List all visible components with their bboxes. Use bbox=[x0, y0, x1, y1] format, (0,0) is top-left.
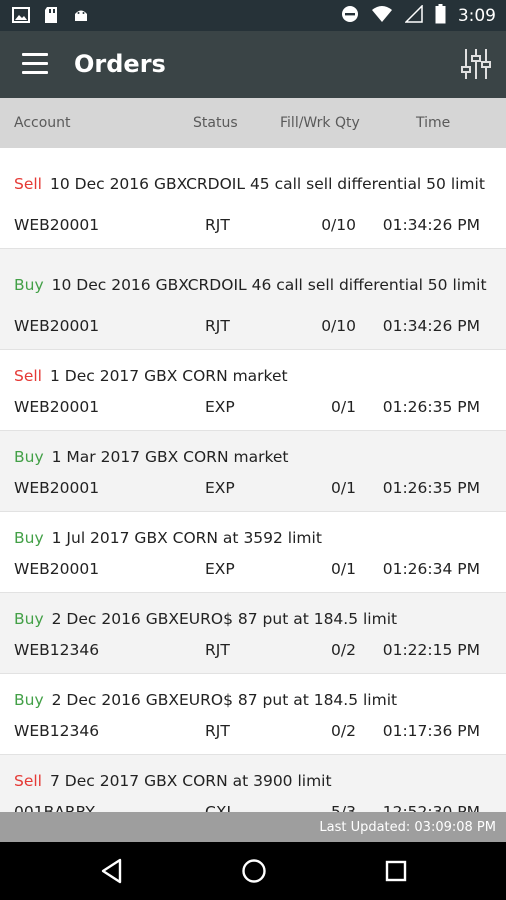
column-time[interactable]: Time bbox=[416, 115, 450, 131]
order-time: 01:34:26 PM bbox=[382, 216, 480, 234]
order-qty: 0/2 bbox=[331, 641, 356, 659]
menu-icon[interactable] bbox=[22, 53, 48, 75]
order-time: 01:17:36 PM bbox=[382, 722, 480, 740]
signal-icon bbox=[404, 4, 423, 27]
order-time: 01:26:35 PM bbox=[382, 398, 480, 416]
order-side: Buy bbox=[14, 691, 44, 709]
order-qty: 0/2 bbox=[331, 722, 356, 740]
order-description: 2 Dec 2016 GBXEURO$ 87 put at 184.5 limi… bbox=[51, 691, 398, 709]
sd-card-icon bbox=[44, 6, 58, 28]
order-qty: 0/1 bbox=[331, 560, 356, 578]
status-bar: 3:09 bbox=[0, 0, 506, 31]
order-account: WEB20001 bbox=[14, 317, 100, 335]
do-not-disturb-icon bbox=[341, 5, 359, 27]
order-account: WEB20001 bbox=[14, 216, 100, 234]
order-row[interactable]: Buy 10 Dec 2016 GBXCRDOIL 46 call sell di… bbox=[0, 249, 506, 350]
order-side: Buy bbox=[14, 276, 44, 294]
order-qty: 0/1 bbox=[331, 398, 356, 416]
order-qty: 0/1 bbox=[331, 479, 356, 497]
order-status: RJT bbox=[205, 722, 230, 740]
order-description: 10 Dec 2016 GBXCRDOIL 46 call sell diffe… bbox=[51, 276, 487, 294]
order-status: EXP bbox=[205, 560, 235, 578]
recents-icon[interactable] bbox=[385, 860, 407, 886]
order-row[interactable]: Sell 7 Dec 2017 GBX CORN at 3900 limit 00… bbox=[0, 755, 506, 812]
clock: 3:09 bbox=[457, 6, 496, 26]
order-row[interactable]: Sell 10 Dec 2016 GBXCRDOIL 45 call sell d… bbox=[0, 148, 506, 249]
order-qty: 0/10 bbox=[321, 216, 356, 234]
order-description: 2 Dec 2016 GBXEURO$ 87 put at 184.5 limi… bbox=[51, 610, 398, 628]
order-side: Sell bbox=[14, 772, 42, 790]
last-updated-text: Last Updated: 03:09:08 PM bbox=[319, 820, 496, 835]
order-description: 1 Dec 2017 GBX CORN market bbox=[50, 367, 288, 385]
order-status: EXP bbox=[205, 398, 235, 416]
column-fill-qty[interactable]: Fill/Wrk Qty bbox=[280, 115, 360, 131]
order-status: RJT bbox=[205, 216, 230, 234]
home-icon[interactable] bbox=[241, 858, 267, 888]
order-time: 12:52:30 PM bbox=[382, 803, 480, 812]
order-account: 001BARRY bbox=[14, 803, 95, 812]
order-side: Buy bbox=[14, 448, 44, 466]
order-row[interactable]: Sell 1 Dec 2017 GBX CORN market WEB20001 … bbox=[0, 350, 506, 431]
order-account: WEB12346 bbox=[14, 641, 100, 659]
order-description: 1 Jul 2017 GBX CORN at 3592 limit bbox=[51, 529, 322, 547]
column-header-row: Account Status Fill/Wrk Qty Time bbox=[0, 98, 506, 148]
order-description: 7 Dec 2017 GBX CORN at 3900 limit bbox=[50, 772, 332, 790]
battery-icon bbox=[435, 4, 446, 28]
page-title: Orders bbox=[74, 50, 166, 78]
navigation-bar bbox=[0, 842, 506, 900]
order-side: Buy bbox=[14, 610, 44, 628]
column-account[interactable]: Account bbox=[14, 115, 71, 131]
filter-settings-icon[interactable] bbox=[460, 47, 492, 81]
order-row[interactable]: Buy 1 Jul 2017 GBX CORN at 3592 limit WEB… bbox=[0, 512, 506, 593]
order-time: 01:34:26 PM bbox=[382, 317, 480, 335]
app-bar: Orders bbox=[0, 31, 506, 98]
wifi-icon bbox=[371, 5, 393, 27]
orders-list[interactable]: Sell 10 Dec 2016 GBXCRDOIL 45 call sell d… bbox=[0, 148, 506, 812]
android-icon bbox=[72, 6, 90, 28]
order-side: Buy bbox=[14, 529, 44, 547]
order-qty: 0/10 bbox=[321, 317, 356, 335]
order-time: 01:22:15 PM bbox=[382, 641, 480, 659]
order-row[interactable]: Buy 2 Dec 2016 GBXEURO$ 87 put at 184.5 l… bbox=[0, 593, 506, 674]
column-status[interactable]: Status bbox=[193, 115, 238, 131]
order-row[interactable]: Buy 2 Dec 2016 GBXEURO$ 87 put at 184.5 l… bbox=[0, 674, 506, 755]
order-status: RJT bbox=[205, 317, 230, 335]
order-account: WEB20001 bbox=[14, 398, 100, 416]
order-account: WEB20001 bbox=[14, 479, 100, 497]
order-side: Sell bbox=[14, 175, 42, 193]
order-side: Sell bbox=[14, 367, 42, 385]
order-status: EXP bbox=[205, 479, 235, 497]
order-time: 01:26:34 PM bbox=[382, 560, 480, 578]
image-icon bbox=[12, 6, 30, 28]
back-icon[interactable] bbox=[100, 858, 124, 888]
order-status: RJT bbox=[205, 641, 230, 659]
order-qty: 5/3 bbox=[331, 803, 356, 812]
order-description: 10 Dec 2016 GBXCRDOIL 45 call sell diffe… bbox=[50, 175, 485, 193]
order-account: WEB20001 bbox=[14, 560, 100, 578]
last-updated-bar: Last Updated: 03:09:08 PM bbox=[0, 812, 506, 842]
order-time: 01:26:35 PM bbox=[382, 479, 480, 497]
order-row[interactable]: Buy 1 Mar 2017 GBX CORN market WEB20001 E… bbox=[0, 431, 506, 512]
order-description: 1 Mar 2017 GBX CORN market bbox=[51, 448, 289, 466]
order-status: CXL bbox=[205, 803, 236, 812]
order-account: WEB12346 bbox=[14, 722, 100, 740]
